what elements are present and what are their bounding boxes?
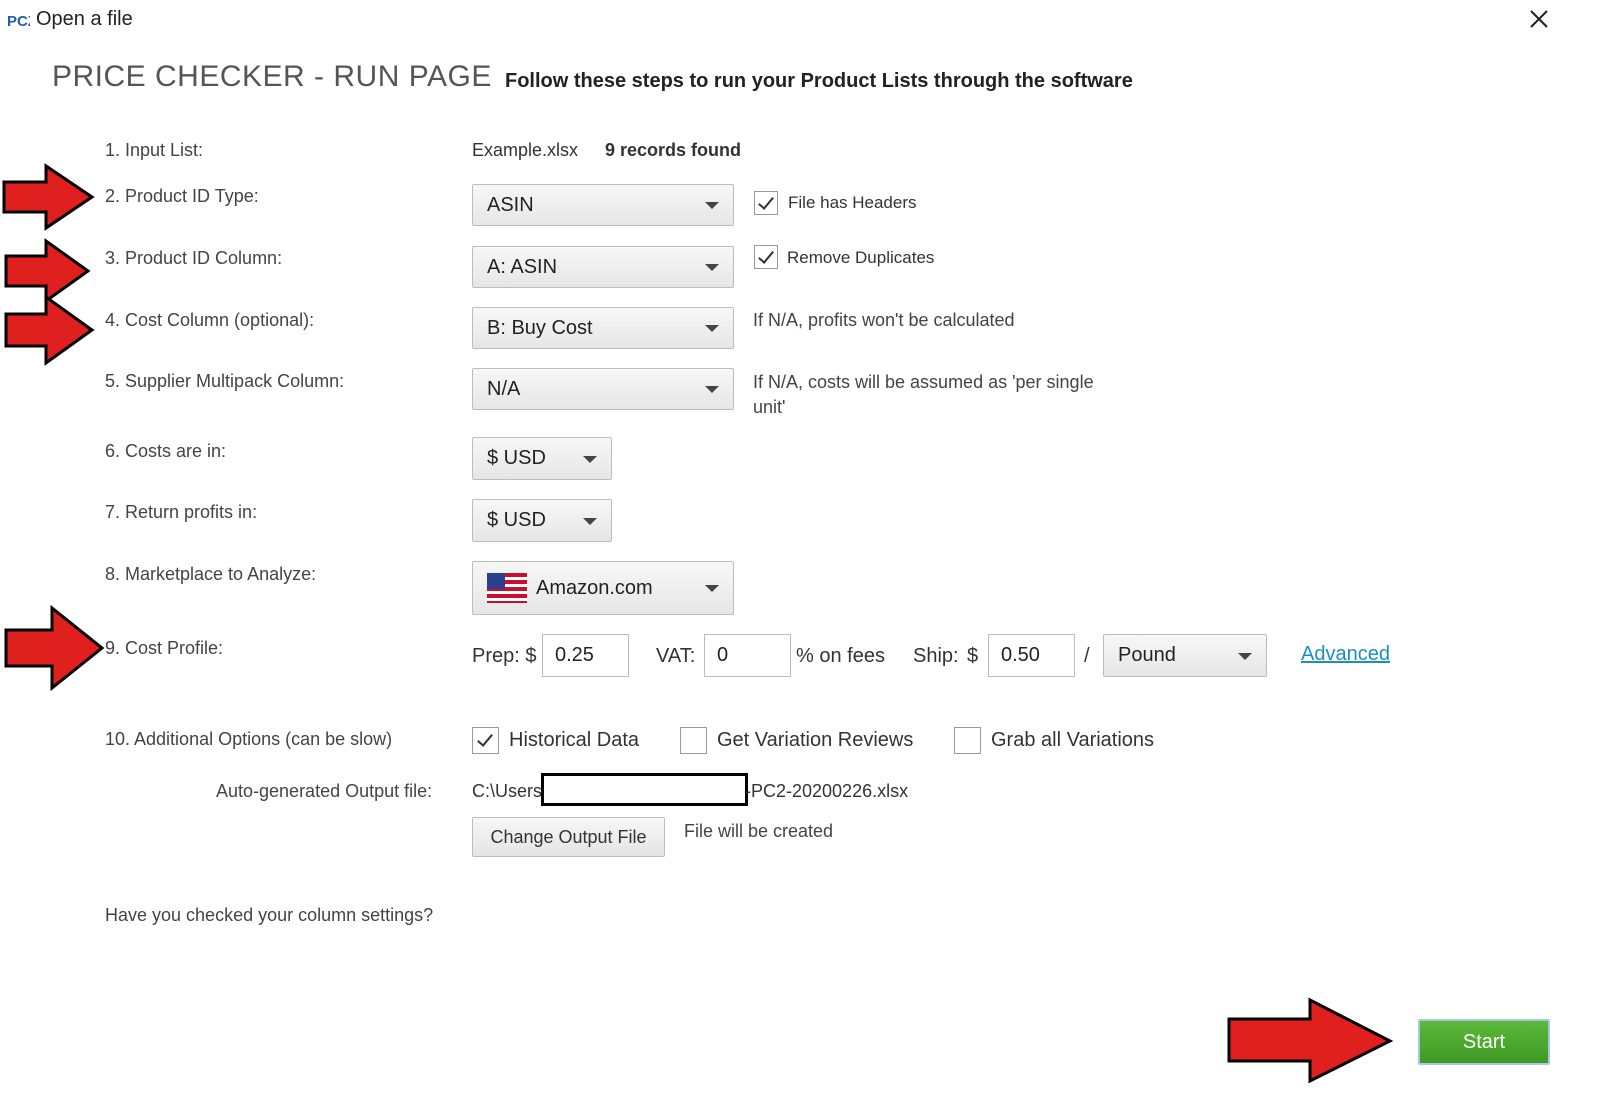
- multipack-hint-line1: If N/A, costs will be assumed as 'per si…: [753, 372, 1094, 392]
- cost-column-dropdown[interactable]: B: Buy Cost: [472, 307, 734, 349]
- ship-separator: /: [1084, 645, 1090, 667]
- app-icon: PCZ: [6, 6, 37, 32]
- get-variation-reviews-checkbox[interactable]: [680, 727, 707, 754]
- multipack-hint-line2: unit': [753, 397, 786, 417]
- annotation-arrow-icon: [1227, 997, 1394, 1084]
- marketplace-value: Amazon.com: [536, 576, 653, 599]
- checkmark-icon: [477, 730, 493, 747]
- step-cost-profile-label: 9. Cost Profile:: [105, 638, 224, 658]
- step-input-list-label: 1. Input List:: [105, 140, 204, 160]
- prep-label: Prep: $: [472, 645, 537, 667]
- us-flag-icon: [487, 573, 527, 603]
- multipack-column-value: N/A: [487, 377, 521, 400]
- checkmark-icon: [758, 247, 774, 264]
- window-title: Open a file: [36, 8, 133, 30]
- step-multipack-column-label: 5. Supplier Multipack Column:: [105, 371, 345, 391]
- file-has-headers-label: File has Headers: [788, 193, 917, 212]
- costs-currency-value: $ USD: [487, 447, 546, 469]
- step-product-id-column-label: 3. Product ID Column:: [105, 248, 283, 268]
- annotation-arrow-icon: [4, 604, 105, 692]
- chevron-down-icon: [705, 585, 719, 592]
- product-id-column-dropdown[interactable]: A: ASIN: [472, 246, 734, 288]
- svg-text:PCZ: PCZ: [7, 13, 30, 30]
- ship-unit-value: Pound: [1118, 644, 1176, 666]
- ship-label: Ship:: [913, 645, 959, 667]
- chevron-down-icon: [1238, 652, 1252, 660]
- page-subtitle: Follow these steps to run your Product L…: [505, 70, 1133, 92]
- profits-currency-dropdown[interactable]: $ USD: [472, 499, 612, 542]
- change-output-file-button[interactable]: Change Output File: [472, 817, 665, 857]
- advanced-link[interactable]: Advanced: [1301, 643, 1390, 666]
- historical-data-label: Historical Data: [509, 729, 640, 751]
- checkmark-icon: [758, 193, 774, 210]
- multipack-column-dropdown[interactable]: N/A: [472, 368, 734, 410]
- step-return-profits-label: 7. Return profits in:: [105, 502, 258, 522]
- remove-duplicates-label: Remove Duplicates: [787, 248, 935, 267]
- costs-currency-dropdown[interactable]: $ USD: [472, 437, 612, 480]
- chevron-down-icon: [705, 386, 719, 393]
- records-found-count: 9 records found: [605, 140, 742, 160]
- get-variation-reviews-label: Get Variation Reviews: [717, 729, 914, 751]
- column-settings-question: Have you checked your column settings?: [105, 905, 434, 925]
- cost-column-hint: If N/A, profits won't be calculated: [753, 310, 1015, 330]
- vat-label: VAT:: [656, 645, 696, 667]
- historical-data-checkbox[interactable]: [472, 727, 499, 754]
- product-id-column-value: A: ASIN: [487, 255, 558, 278]
- vat-input[interactable]: 0: [704, 634, 791, 677]
- grab-all-variations-label: Grab all Variations: [991, 729, 1155, 751]
- cost-column-value: B: Buy Cost: [487, 316, 593, 339]
- chevron-down-icon: [705, 264, 719, 271]
- chevron-down-icon: [705, 202, 719, 209]
- close-icon[interactable]: [1526, 6, 1552, 32]
- product-id-type-dropdown[interactable]: ASIN: [472, 184, 734, 226]
- step-cost-column-label: 4. Cost Column (optional):: [105, 310, 315, 330]
- ship-cost-input[interactable]: 0.50: [988, 634, 1075, 677]
- step-marketplace-label: 8. Marketplace to Analyze:: [105, 564, 317, 584]
- output-path-suffix: -PC2-20200226.xlsx: [745, 781, 909, 801]
- output-path-prefix: C:\Users: [472, 781, 543, 801]
- input-file-name: Example.xlsx: [472, 140, 579, 160]
- profits-currency-value: $ USD: [487, 509, 546, 531]
- page-title: PRICE CHECKER - RUN PAGE: [52, 60, 492, 93]
- chevron-down-icon: [705, 325, 719, 332]
- annotation-arrow-icon: [2, 163, 95, 231]
- prep-cost-input[interactable]: 0.25: [542, 634, 629, 677]
- grab-all-variations-checkbox[interactable]: [954, 727, 981, 754]
- step-costs-in-label: 6. Costs are in:: [105, 441, 227, 461]
- ship-unit-dropdown[interactable]: Pound: [1103, 634, 1267, 677]
- product-id-type-value: ASIN: [487, 193, 534, 216]
- vat-suffix-label: % on fees: [796, 645, 885, 667]
- annotation-arrow-icon: [4, 294, 95, 366]
- redacted-path-segment: [541, 773, 748, 806]
- output-status-text: File will be created: [684, 821, 834, 841]
- file-has-headers-checkbox[interactable]: [754, 191, 778, 215]
- chevron-down-icon: [583, 517, 597, 525]
- remove-duplicates-checkbox[interactable]: [754, 245, 778, 269]
- ship-currency-label: $: [967, 645, 979, 667]
- start-button[interactable]: Start: [1418, 1019, 1550, 1065]
- output-file-label: Auto-generated Output file:: [216, 781, 433, 801]
- step-product-id-type-label: 2. Product ID Type:: [105, 186, 259, 206]
- step-additional-options-label: 10. Additional Options (can be slow): [105, 729, 393, 749]
- marketplace-dropdown[interactable]: Amazon.com: [472, 561, 734, 615]
- chevron-down-icon: [583, 455, 597, 463]
